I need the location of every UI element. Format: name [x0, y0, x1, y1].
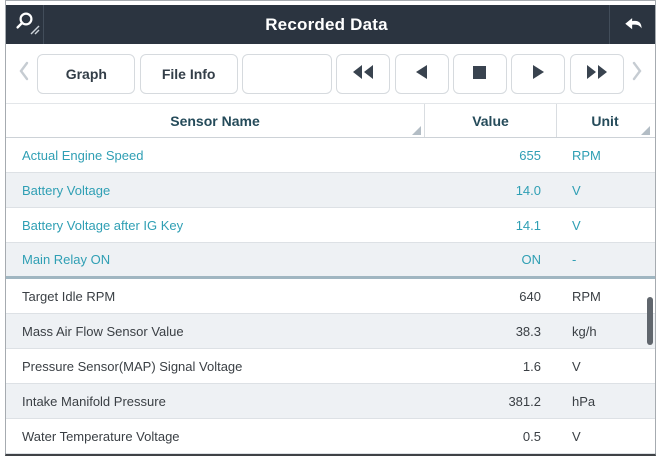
table-row[interactable]: Battery Voltage after IG Key 14.1 V	[6, 208, 655, 243]
page-title: Recorded Data	[44, 5, 609, 44]
sensor-name-cell: Battery Voltage after IG Key	[6, 218, 425, 233]
sensor-value-cell: 381.2	[425, 394, 557, 409]
sensor-unit-cell: hPa	[557, 394, 653, 409]
table-row[interactable]: Actual Engine Speed 655 RPM	[6, 138, 655, 173]
table-row[interactable]: Pressure Sensor(MAP) Signal Voltage 1.6 …	[6, 349, 655, 384]
table-row[interactable]: Intake Manifold Pressure 381.2 hPa	[6, 384, 655, 419]
table-header: Sensor Name Value Unit	[6, 103, 655, 138]
fast-forward-icon	[586, 64, 608, 83]
return-arrow-icon	[620, 10, 646, 39]
sensor-unit-cell: -	[557, 252, 653, 267]
sensor-name-cell: Water Temperature Voltage	[6, 429, 425, 444]
chevron-right-icon	[631, 61, 643, 86]
rewind-icon	[352, 64, 374, 83]
stop-button[interactable]	[453, 54, 507, 94]
recorded-data-window: Recorded Data Graph File Info	[5, 0, 656, 456]
step-back-icon	[414, 64, 430, 83]
sensor-value-cell: ON	[425, 252, 557, 267]
sensor-unit-cell: V	[557, 359, 653, 374]
toolbar: Graph File Info	[6, 44, 655, 103]
sensor-value-cell: 14.1	[425, 218, 557, 233]
resize-handle-icon	[30, 22, 40, 40]
scrollbar-thumb[interactable]	[647, 297, 653, 345]
sort-handle-icon	[412, 126, 421, 135]
blank-button[interactable]	[242, 54, 332, 94]
column-label: Sensor Name	[170, 113, 259, 129]
graph-button[interactable]: Graph	[37, 54, 135, 94]
table-row[interactable]: Main Relay ON ON -	[6, 243, 655, 279]
sensor-value-cell: 14.0	[425, 183, 557, 198]
rewind-button[interactable]	[336, 54, 390, 94]
back-button[interactable]	[609, 5, 655, 44]
sensor-unit-cell: kg/h	[557, 324, 653, 339]
fast-forward-button[interactable]	[570, 54, 624, 94]
sensor-name-cell: Main Relay ON	[6, 252, 425, 267]
scroll-right-button[interactable]	[628, 54, 646, 94]
sensor-unit-cell: V	[557, 183, 653, 198]
sensor-name-cell: Actual Engine Speed	[6, 148, 425, 163]
column-header-value[interactable]: Value	[425, 104, 557, 137]
sensor-value-cell: 1.6	[425, 359, 557, 374]
sensor-name-cell: Mass Air Flow Sensor Value	[6, 324, 425, 339]
sensor-value-cell: 640	[425, 289, 557, 304]
table-row[interactable]: Mass Air Flow Sensor Value 38.3 kg/h	[6, 314, 655, 349]
sensor-value-cell: 655	[425, 148, 557, 163]
table-row[interactable]: Battery Voltage 14.0 V	[6, 173, 655, 208]
search-button[interactable]	[6, 5, 44, 44]
stop-icon	[472, 65, 487, 83]
column-header-unit[interactable]: Unit	[557, 104, 653, 137]
sensor-unit-cell: V	[557, 429, 653, 444]
column-header-sensor-name[interactable]: Sensor Name	[6, 104, 425, 137]
sensor-unit-cell: RPM	[557, 289, 653, 304]
sensor-name-cell: Pressure Sensor(MAP) Signal Voltage	[6, 359, 425, 374]
sensor-name-cell: Battery Voltage	[6, 183, 425, 198]
sensor-name-cell: Intake Manifold Pressure	[6, 394, 425, 409]
table-row[interactable]: Water Temperature Voltage 0.5 V	[6, 419, 655, 454]
play-icon	[530, 64, 546, 83]
file-info-button[interactable]: File Info	[140, 54, 238, 94]
sensor-value-cell: 38.3	[425, 324, 557, 339]
sensor-name-cell: Target Idle RPM	[6, 289, 425, 304]
column-label: Unit	[591, 113, 618, 129]
scroll-left-button[interactable]	[15, 54, 33, 94]
table-body: Actual Engine Speed 655 RPM Battery Volt…	[6, 138, 655, 454]
table-row[interactable]: Target Idle RPM 640 RPM	[6, 279, 655, 314]
sensor-unit-cell: V	[557, 218, 653, 233]
column-label: Value	[472, 113, 509, 129]
sensor-value-cell: 0.5	[425, 429, 557, 444]
titlebar: Recorded Data	[6, 5, 655, 44]
sort-handle-icon	[641, 126, 650, 135]
sensor-unit-cell: RPM	[557, 148, 653, 163]
chevron-left-icon	[18, 61, 30, 86]
play-button[interactable]	[511, 54, 565, 94]
step-back-button[interactable]	[395, 54, 449, 94]
